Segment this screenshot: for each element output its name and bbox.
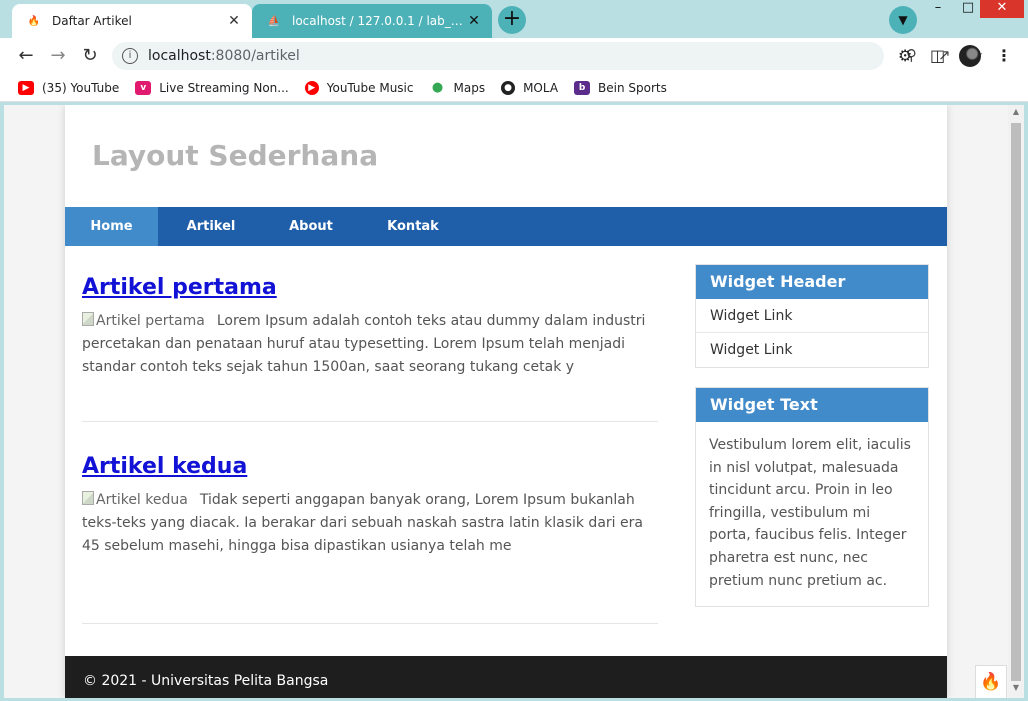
widget-link[interactable]: Widget Link	[696, 333, 928, 367]
close-tab-icon[interactable]: ✕	[466, 13, 482, 29]
forward-arrow-icon[interactable]: →	[46, 44, 70, 68]
site-title: Layout Sederhana	[92, 139, 379, 172]
tab-daftar-artikel[interactable]: 🔥 Daftar Artikel ✕	[12, 4, 252, 38]
bookmark-vidio[interactable]: v Live Streaming Non...	[135, 80, 289, 95]
article-image-broken: Artikel pertama	[82, 310, 205, 333]
site-info-icon[interactable]: i	[122, 48, 138, 64]
widget-header: Widget Header	[696, 265, 928, 299]
bookmark-label: Live Streaming Non...	[159, 80, 289, 95]
tab-title: Daftar Artikel	[52, 14, 132, 28]
nav-home[interactable]: Home	[65, 207, 158, 246]
bookmark-bein-sports[interactable]: b Bein Sports	[574, 80, 667, 95]
bein-sports-icon: b	[574, 80, 591, 95]
phpmyadmin-icon: ⛵	[267, 15, 281, 27]
bookmark-label: YouTube Music	[326, 80, 414, 95]
bookmark-maps[interactable]: ● Maps	[430, 80, 486, 95]
article-body: Artikel pertama Lorem Ipsum adalah contoh…	[82, 310, 658, 379]
bookmark-youtube[interactable]: ▶ (35) YouTube	[18, 80, 120, 95]
url-host: localhost	[148, 48, 211, 64]
youtube-icon: ▶	[18, 80, 34, 95]
article-title: Artikel kedua	[82, 454, 658, 479]
youtube-music-icon: ▶	[304, 80, 319, 95]
vidio-icon: v	[135, 80, 152, 95]
nav-kontak[interactable]: Kontak	[358, 207, 468, 246]
bookmark-label: (35) YouTube	[42, 80, 120, 95]
tab-phpmyadmin[interactable]: ⛵ localhost / 127.0.0.1 / lab_ci4 / ar ✕	[252, 4, 492, 38]
browser-menu-icon[interactable]: ⋮	[996, 46, 1012, 65]
article-body: Artikel kedua Tidak seperti anggapan bany…	[82, 489, 658, 558]
article-item: Artikel kedua Artikel kedua Tidak seperti…	[82, 444, 658, 624]
page-viewport: Layout Sederhana Home Artikel About Kont…	[4, 105, 1008, 698]
nav-artikel[interactable]: Artikel	[158, 207, 264, 246]
codeigniter-debug-toolbar-icon[interactable]: 🔥	[975, 665, 1007, 698]
close-window-button[interactable]: ✕	[980, 0, 1024, 18]
scrollbar-thumb[interactable]	[1011, 123, 1021, 681]
reload-icon[interactable]: ↻	[78, 44, 102, 68]
tab-title: localhost / 127.0.0.1 / lab_ci4 / ar	[292, 14, 466, 28]
scroll-up-arrow-icon[interactable]: ▲	[1008, 107, 1024, 116]
widget-text-body: Vestibulum lorem elit, iaculis in nisl v…	[709, 437, 911, 589]
article-item: Artikel pertama Artikel pertama Lorem Ips…	[82, 265, 658, 422]
widget-links: Widget Header Widget Link Widget Link	[695, 264, 929, 368]
profile-avatar[interactable]	[959, 45, 981, 67]
close-tab-icon[interactable]: ✕	[226, 13, 242, 29]
site-footer: © 2021 - Universitas Pelita Bangsa	[65, 656, 947, 698]
widget-header: Widget Text	[696, 388, 928, 422]
side-panel-icon[interactable]: ◫	[930, 46, 945, 65]
new-tab-button[interactable]: +	[498, 6, 526, 34]
browser-toolbar: ← → ↻ i localhost:8080/artikel ⚲ ↗ ☆ ⚙ ◫…	[0, 38, 1028, 74]
bookmark-mola[interactable]: ● MOLA	[501, 80, 559, 95]
widget-text: Widget Text Vestibulum lorem elit, iacul…	[695, 387, 929, 608]
main-nav: Home Artikel About Kontak	[65, 207, 947, 246]
scroll-down-arrow-icon[interactable]: ▼	[1008, 683, 1024, 692]
mola-globe-icon: ●	[501, 80, 516, 95]
address-bar[interactable]: i localhost:8080/artikel ⚲ ↗ ☆	[112, 42, 983, 70]
tab-strip: 🔥 Daftar Artikel ✕ ⛵ localhost / 127.0.0…	[0, 0, 1028, 38]
bookmarks-bar: ▶ (35) YouTube v Live Streaming Non... ▶…	[0, 74, 1028, 102]
article-image-broken: Artikel kedua	[82, 489, 188, 512]
widget-link[interactable]: Widget Link	[696, 299, 928, 333]
codeigniter-flame-icon: 🔥	[26, 13, 42, 29]
article-title-link[interactable]: Artikel kedua	[82, 454, 247, 479]
article-title-link[interactable]: Artikel pertama	[82, 275, 277, 300]
bookmark-label: Bein Sports	[598, 80, 667, 95]
back-arrow-icon[interactable]: ←	[14, 44, 38, 68]
article-list: Artikel pertama Artikel pertama Lorem Ips…	[82, 265, 658, 624]
sidebar: Widget Header Widget Link Widget Link Wi…	[695, 264, 929, 626]
bookmark-label: Maps	[453, 80, 486, 95]
nav-about[interactable]: About	[264, 207, 358, 246]
extensions-puzzle-icon[interactable]: ⚙	[898, 46, 912, 65]
article-title: Artikel pertama	[82, 275, 658, 300]
bookmark-youtube-music[interactable]: ▶ YouTube Music	[304, 80, 414, 95]
site-header: Layout Sederhana	[65, 105, 947, 207]
page-scrollbar[interactable]: ▲ ▼	[1008, 105, 1024, 698]
tab-search-chevron-icon[interactable]: ▼	[889, 6, 917, 34]
site-container: Layout Sederhana Home Artikel About Kont…	[65, 105, 947, 698]
maps-pin-icon: ●	[431, 80, 444, 95]
bookmark-label: MOLA	[523, 80, 559, 95]
url-path: :8080/artikel	[210, 48, 300, 64]
